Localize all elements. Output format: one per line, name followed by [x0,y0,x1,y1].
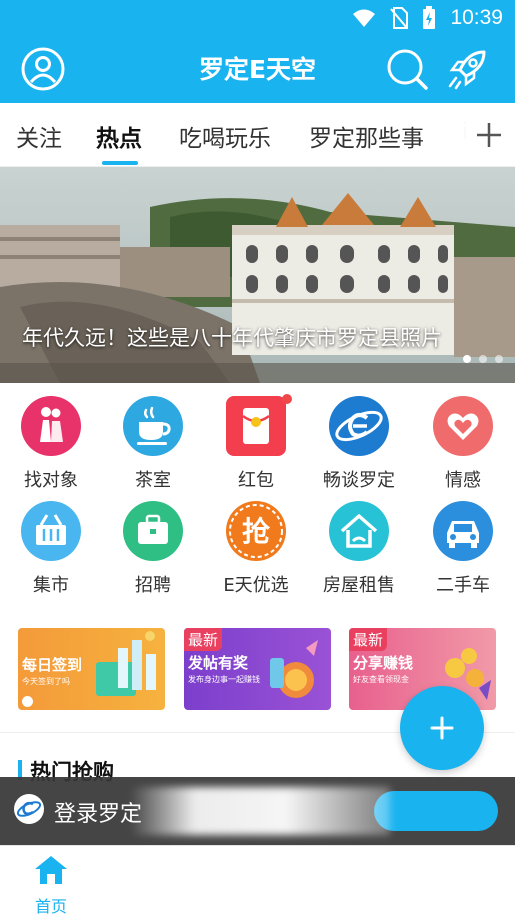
basket-icon [21,501,81,561]
grid-item-label: 找对象 [24,470,78,491]
tab-hot[interactable]: 热点 [96,119,142,153]
app-title: 罗定E天空 [198,55,317,84]
grid-item-label: E天优选 [223,575,289,596]
briefcase-icon [123,501,183,561]
battery-charging-icon [423,6,436,29]
hearts-icon [433,396,493,456]
plus-icon [430,716,454,740]
grid-item-dating[interactable]: 找对象 [1,396,101,496]
search-icon[interactable] [384,46,430,92]
tab-food-fun[interactable]: 吃喝玩乐 [179,119,271,153]
tea-cup-icon [123,396,183,456]
couple-icon [21,396,81,456]
arrow-icon [22,696,33,707]
add-tab-icon[interactable] [475,121,503,149]
app-logo-icon [14,794,44,824]
grid-item-housing[interactable]: 房屋租售 [309,501,409,601]
carousel-dot[interactable] [479,355,487,363]
grid-item-label: 集市 [33,575,69,596]
carousel-dot[interactable] [495,355,503,363]
app-header: 罗定E天空 [0,36,515,103]
grid-item-label: 房屋租售 [323,575,395,596]
home-icon [35,856,67,884]
tab-follow[interactable]: 关注 [16,119,62,153]
create-post-button[interactable] [400,686,484,770]
grid-item-luoding-talk[interactable]: 畅谈罗定 [309,396,409,496]
promo-subtitle: 今天签到了吗 [22,677,70,686]
grid-item-used-car[interactable]: 二手车 [413,501,513,601]
no-sim-icon [390,7,409,29]
bottom-nav: 首页 [0,845,515,915]
grab-icon: 抢 [226,501,286,561]
svg-text:抢: 抢 [242,515,271,548]
active-tab-indicator [102,161,138,165]
category-tabs: 关注 热点 吃喝玩乐 罗定那些事 i [0,103,515,167]
car-icon [433,501,493,561]
wifi-icon [353,9,376,27]
status-bar: 10:39 [0,0,515,36]
banner-carousel[interactable]: 年代久远！这些是八十年代肇庆市罗定县照片 [0,167,515,383]
grid-item-jobs[interactable]: 招聘 [103,501,203,601]
nav-home-label: 首页 [34,897,67,915]
grid-item-label: 情感 [445,470,481,491]
grid-item-label: 畅谈罗定 [323,470,395,491]
promo-tag-new: 最新 [349,628,388,651]
grid-item-red-envelope[interactable]: 红包 [206,394,306,496]
promo-subtitle: 好友查看领现金 [353,675,409,684]
promo-card-post-reward[interactable]: 最新 发帖有奖 发布身边事一起赚钱 [184,628,331,710]
status-time: 10:39 [450,6,503,29]
e-logo-icon [329,396,389,456]
grid-item-e-select[interactable]: 抢 E天优选 [206,501,306,601]
grid-item-label: 招聘 [135,575,171,596]
grid-item-label: 红包 [238,470,274,491]
grid-item-teahouse[interactable]: 茶室 [103,396,203,496]
notification-badge [282,394,292,404]
house-icon [329,501,389,561]
grid-item-market[interactable]: 集市 [1,501,101,601]
promo-subtitle: 发布身边事一起赚钱 [188,675,260,684]
rocket-icon[interactable] [444,46,490,92]
status-icons: 10:39 [352,4,503,32]
promo-title: 每日签到 [22,656,83,674]
blurred-overlay [130,787,390,835]
promo-title: 分享赚钱 [353,654,414,672]
grid-item-label: 茶室 [135,470,171,491]
login-prompt-text: 登录罗定 [54,802,143,827]
grid-item-label: 二手车 [436,575,490,596]
login-prompt-bar[interactable]: 登录罗定 [0,777,515,845]
tab-luoding-stories[interactable]: 罗定那些事 [309,119,424,153]
login-button[interactable] [374,791,498,831]
grid-item-emotion[interactable]: 情感 [413,396,513,496]
promo-tag-new: 最新 [184,628,223,651]
promo-title: 发帖有奖 [188,654,249,672]
banner-caption[interactable]: 年代久远！这些是八十年代肇庆市罗定县照片 [22,325,462,369]
carousel-dots [463,355,503,363]
carousel-dot[interactable] [463,355,471,363]
promo-card-checkin[interactable]: 每日签到 今天签到了吗 [18,628,165,710]
red-envelope-icon [226,396,286,456]
